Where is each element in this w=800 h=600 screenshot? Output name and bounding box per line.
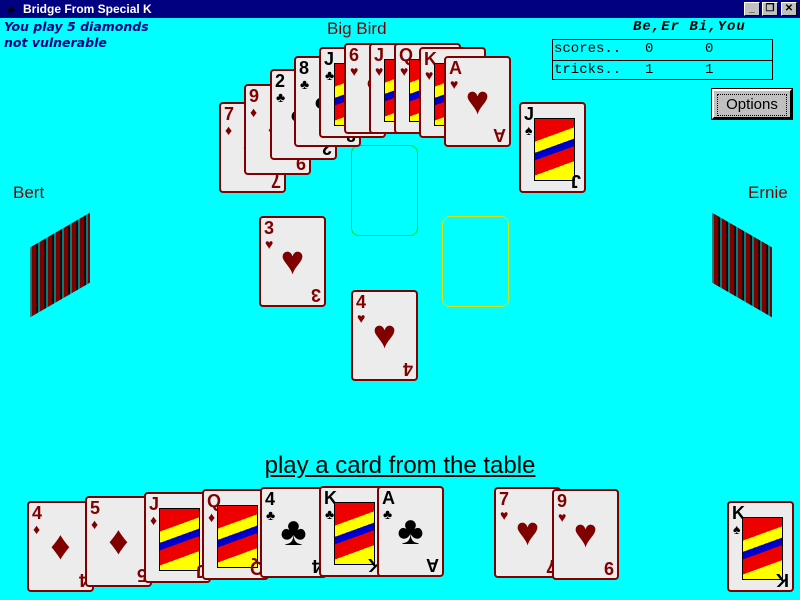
score-team-b: 0	[705, 41, 714, 57]
diamonds-icon: ♦	[208, 509, 216, 525]
hand-card-Q-of-diamonds[interactable]: Q♦♦Q	[202, 489, 269, 580]
card-rank: 9	[557, 491, 568, 511]
card-rank: J	[324, 49, 335, 69]
hand-card-5-of-diamonds[interactable]: 5 ♦ ♦ 5	[85, 496, 152, 587]
clubs-icon: ♣	[325, 506, 335, 522]
scoreboard: scores.. 0 0 tricks.. 1 1	[552, 39, 773, 80]
card-rank: 2	[275, 71, 286, 91]
card-rank-bottom: J	[570, 171, 581, 191]
card-rank: J	[374, 45, 385, 65]
card-center-hearts-icon: ♥	[372, 313, 397, 357]
row-label: scores..	[554, 41, 622, 57]
card-rank-bottom: K	[776, 570, 789, 590]
prompt-text: play a card from the table	[264, 452, 536, 479]
hand-card-J-of-diamonds[interactable]: J♦♦J	[144, 492, 211, 583]
contract-text: You play 5 diamonds	[4, 19, 149, 34]
card-center-clubs-icon: ♣	[280, 510, 307, 554]
close-button[interactable]: ✕	[781, 2, 797, 16]
restore-button[interactable]: ❐	[762, 2, 778, 16]
east-hand-backs	[712, 212, 772, 318]
spades-icon: ♠	[733, 521, 741, 537]
score-team-a: 0	[645, 41, 654, 57]
card-center-diamonds-icon: ♦	[50, 524, 71, 568]
scores-row: scores.. 0 0	[553, 40, 772, 60]
card-center-face-art: ♦	[159, 508, 200, 571]
card-rank: 4	[356, 292, 367, 312]
hand-card-K-of-spades[interactable]: K♠♠K	[727, 501, 794, 592]
card-rank: A	[382, 488, 395, 508]
diamonds-icon: ♦	[150, 512, 158, 528]
player-west-name: Bert	[13, 183, 45, 202]
hearts-icon: ♥	[375, 63, 384, 79]
card-center-face-art: ♠	[534, 118, 575, 181]
title-bar: ♠ Bridge From Special K _ ❐ ✕	[0, 0, 800, 18]
contract-info: You play 5 diamonds not vulnerable	[4, 19, 149, 51]
card-rank: 3	[264, 218, 275, 238]
card-rank-bottom: 4	[402, 359, 413, 379]
card-center-hearts-icon: ♥	[465, 79, 490, 123]
card-center-hearts-icon: ♥	[280, 239, 305, 283]
card-center-diamonds-icon: ♦	[108, 519, 129, 563]
dummy-card-A-of-hearts[interactable]: A ♥ ♥ A	[444, 56, 511, 147]
clubs-icon: ♣	[325, 67, 335, 83]
spade-app-icon[interactable]: ♠	[3, 1, 19, 17]
card-rank-bottom: A	[493, 125, 506, 145]
score-header: Be,Er Bi,You	[633, 19, 746, 35]
tricks-team-b: 1	[705, 62, 714, 78]
options-label: Options	[717, 94, 787, 116]
dummy-card-J-of-spades[interactable]: J♠♠J	[519, 102, 586, 193]
card-center-hearts-icon: ♥	[515, 510, 540, 554]
card-rank: 6	[349, 45, 360, 65]
minimize-button[interactable]: _	[744, 2, 760, 16]
card-center-clubs-icon: ♣	[397, 509, 424, 553]
east-trick-slot	[442, 216, 509, 307]
hand-card-4-of-clubs[interactable]: 4 ♣ ♣ 4	[260, 487, 327, 578]
card-rank: J	[149, 494, 160, 514]
player-north-name: Big Bird	[327, 19, 387, 38]
card-rank: J	[524, 104, 535, 124]
west-hand-backs	[30, 212, 90, 318]
card-center-hearts-icon: ♥	[573, 512, 598, 556]
hand-card-7-of-hearts[interactable]: 7 ♥ ♥ 7	[494, 487, 561, 578]
card-rank: A	[449, 58, 462, 78]
card-rank: 4	[265, 489, 276, 509]
tricks-team-a: 1	[645, 62, 654, 78]
hand-card-K-of-clubs[interactable]: K♣♣K	[319, 486, 386, 577]
card-rank-bottom: 9	[603, 558, 614, 578]
card-rank: 9	[249, 86, 260, 106]
card-rank: 8	[299, 58, 310, 78]
hand-card-A-of-clubs[interactable]: A ♣ ♣ A	[377, 486, 444, 577]
row-label: tricks..	[554, 62, 622, 78]
card-rank: 5	[90, 498, 101, 518]
hand-card-4-of-diamonds[interactable]: 4 ♦ ♦ 4	[27, 501, 94, 592]
card-rank: 7	[224, 104, 235, 124]
player-east-name: Ernie	[748, 183, 788, 202]
card-rank-bottom: 3	[310, 285, 321, 305]
hearts-icon: ♥	[425, 67, 434, 83]
trick-card-4-of-hearts: 4 ♥ ♥ 4	[351, 290, 418, 381]
window-title: Bridge From Special K	[23, 2, 152, 16]
spades-icon: ♠	[525, 122, 533, 138]
options-button[interactable]: Options	[711, 88, 793, 120]
trick-card-3-of-hearts: 3 ♥ ♥ 3	[259, 216, 326, 307]
hearts-icon: ♥	[400, 63, 409, 79]
card-rank: 7	[499, 489, 510, 509]
north-trick-slot	[351, 145, 418, 236]
card-rank: 4	[32, 503, 43, 523]
tricks-row: tricks.. 1 1	[553, 60, 772, 80]
card-rank-bottom: A	[426, 555, 439, 575]
hand-card-9-of-hearts[interactable]: 9 ♥ ♥ 9	[552, 489, 619, 580]
vulnerability-text: not vulnerable	[4, 35, 107, 50]
